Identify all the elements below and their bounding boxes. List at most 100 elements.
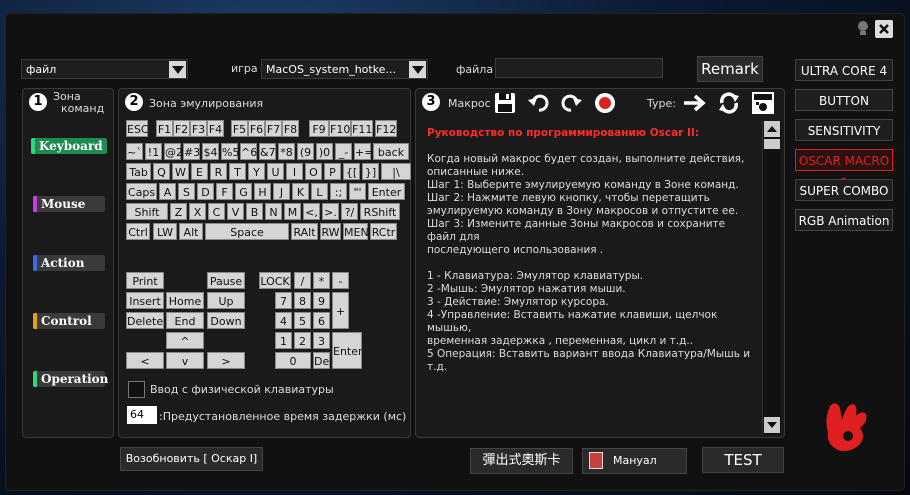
key-fn-11[interactable]: F11 <box>351 120 373 137</box>
key-r4-2[interactable]: X <box>189 203 206 220</box>
key-fn-6[interactable]: F6 <box>248 120 265 137</box>
key-nav-9[interactable]: < <box>126 352 164 369</box>
key-r3-4[interactable]: F <box>216 183 233 200</box>
undo-icon[interactable] <box>527 92 551 118</box>
key-nav-0[interactable]: Print <box>126 272 164 289</box>
command-action[interactable]: Action <box>33 255 105 271</box>
key-r4-0[interactable]: Shift <box>126 203 168 220</box>
key-np-10[interactable]: 6 <box>313 312 330 329</box>
arrow-right-icon[interactable] <box>682 92 708 118</box>
sidebar-item-oscar-macro-2[interactable]: OSCAR MACRO 2 <box>795 149 893 190</box>
key-r1-8[interactable]: *8 <box>278 143 295 160</box>
key-np-15[interactable]: 0 <box>275 352 311 369</box>
key-np-1[interactable]: / <box>294 272 311 289</box>
key-r5-3[interactable]: Space <box>205 223 289 240</box>
key-r3-0[interactable]: Caps <box>126 183 157 200</box>
key-np-4[interactable]: 7 <box>275 292 292 309</box>
key-r2-7[interactable]: U <box>267 163 284 180</box>
command-control[interactable]: Control <box>33 313 105 329</box>
sidebar-item-ultra-core-4[interactable]: ULTRA CORE 4 <box>795 59 893 81</box>
key-nav-3[interactable]: Home <box>166 292 204 309</box>
key-r1-12[interactable]: += <box>354 143 373 160</box>
key-fn-7[interactable]: F7 <box>265 120 282 137</box>
key-r2-3[interactable]: E <box>191 163 208 180</box>
key-r2-12[interactable]: }] <box>362 163 379 180</box>
mouse-type-icon[interactable] <box>751 91 775 119</box>
key-nav-5[interactable]: Delete <box>126 312 164 329</box>
key-r5-7[interactable]: RCtr <box>370 223 397 240</box>
key-r3-1[interactable]: A <box>159 183 176 200</box>
key-r1-11[interactable]: _- <box>335 143 352 160</box>
key-fn-0[interactable]: ESC <box>126 120 149 137</box>
key-r2-9[interactable]: O <box>305 163 322 180</box>
loop-icon[interactable] <box>717 91 741 119</box>
key-nav-4[interactable]: Up <box>207 292 245 309</box>
sidebar-item-super-combo[interactable]: SUPER COMBO <box>795 179 893 201</box>
key-r2-0[interactable]: Tab <box>126 163 151 180</box>
key-fn-4[interactable]: F4 <box>207 120 224 137</box>
command-mouse[interactable]: Mouse <box>33 196 105 212</box>
key-r4-8[interactable]: <, <box>303 203 320 220</box>
key-fn-12[interactable]: F12 <box>375 120 397 137</box>
key-r2-2[interactable]: W <box>172 163 189 180</box>
key-np-12[interactable]: 2 <box>294 332 311 349</box>
key-r1-0[interactable]: ~` <box>126 143 143 160</box>
key-r1-7[interactable]: &7 <box>259 143 276 160</box>
scroll-up-button[interactable] <box>764 121 780 137</box>
key-r2-11[interactable]: {[ <box>343 163 360 180</box>
key-np-9[interactable]: 5 <box>294 312 311 329</box>
save-icon[interactable] <box>494 92 516 118</box>
key-r2-13[interactable]: |\ <box>381 163 411 180</box>
key-r1-4[interactable]: $4 <box>202 143 219 160</box>
key-r2-1[interactable]: Q <box>153 163 170 180</box>
physical-input-checkbox[interactable] <box>128 381 145 398</box>
sidebar-item-rgb-animation[interactable]: RGB Animation <box>795 209 893 231</box>
key-np-16[interactable]: Del <box>313 352 332 369</box>
scrollbar[interactable] <box>762 121 781 435</box>
key-r1-9[interactable]: (9 <box>297 143 314 160</box>
key-nav-7[interactable]: Down <box>207 312 245 329</box>
key-r3-7[interactable]: J <box>273 183 290 200</box>
key-r2-5[interactable]: T <box>229 163 246 180</box>
key-r2-6[interactable]: Y <box>248 163 265 180</box>
key-nav-10[interactable]: v <box>166 352 204 369</box>
key-r4-10[interactable]: ?/ <box>341 203 358 220</box>
command-operation[interactable]: Operation <box>33 371 108 387</box>
key-r5-5[interactable]: RW <box>320 223 341 240</box>
key-np-11[interactable]: 1 <box>275 332 292 349</box>
key-r5-4[interactable]: RAlt <box>291 223 318 240</box>
game-select[interactable]: MacOS_system_hotke... <box>261 59 428 79</box>
key-fn-9[interactable]: F9 <box>309 120 329 137</box>
key-r3-9[interactable]: L <box>311 183 328 200</box>
key-r4-4[interactable]: V <box>227 203 244 220</box>
key-r2-10[interactable]: P <box>324 163 341 180</box>
key-fn-10[interactable]: F10 <box>329 120 351 137</box>
key-r1-5[interactable]: %5 <box>221 143 239 160</box>
lightbulb-icon[interactable] <box>856 20 870 38</box>
file-select[interactable]: файл <box>21 59 188 79</box>
key-fn-3[interactable]: F3 <box>190 120 207 137</box>
key-np-13[interactable]: 3 <box>313 332 330 349</box>
close-icon[interactable] <box>875 20 893 38</box>
key-np-3[interactable]: - <box>332 272 349 289</box>
key-r1-1[interactable]: !1 <box>145 143 162 160</box>
key-r3-11[interactable]: "' <box>349 183 366 200</box>
delay-input[interactable]: 64 <box>127 406 157 424</box>
key-r4-6[interactable]: N <box>265 203 282 220</box>
key-r1-3[interactable]: #3 <box>183 143 200 160</box>
key-np-6[interactable]: 9 <box>313 292 330 309</box>
key-r1-6[interactable]: ^6 <box>240 143 257 160</box>
key-r3-6[interactable]: H <box>254 183 271 200</box>
key-r5-0[interactable]: Ctrl <box>126 223 150 240</box>
key-r1-2[interactable]: @2 <box>164 143 183 160</box>
key-nav-1[interactable]: Pause <box>207 272 245 289</box>
key-np-0[interactable]: LOCK <box>259 272 291 289</box>
sidebar-item-button[interactable]: BUTTON <box>795 89 893 111</box>
key-nav-11[interactable]: > <box>207 352 245 369</box>
test-button[interactable]: TEST <box>702 447 784 473</box>
key-fn-5[interactable]: F5 <box>231 120 248 137</box>
popup-oscar-button[interactable]: 彈出式奧斯卡 <box>470 448 573 474</box>
key-r4-3[interactable]: C <box>208 203 225 220</box>
remark-button[interactable]: Remark <box>697 56 763 82</box>
key-nav-8[interactable]: ^ <box>166 332 204 349</box>
